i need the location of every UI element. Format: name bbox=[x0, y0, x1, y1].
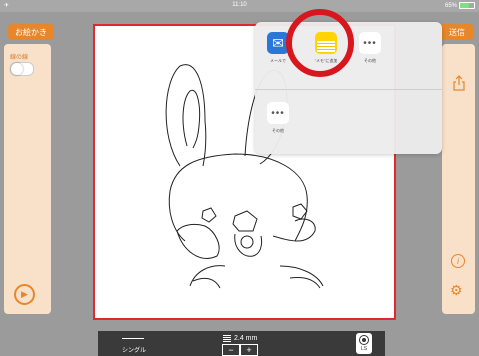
pen-size-value: 2.4 mm bbox=[234, 335, 258, 342]
toggle-knob bbox=[11, 63, 23, 75]
size-increase-button[interactable]: + bbox=[240, 344, 258, 356]
battery-percent: 65% bbox=[444, 2, 457, 9]
line-type-label[interactable]: シングル bbox=[122, 345, 146, 354]
action-more-label: その他 bbox=[272, 128, 284, 133]
status-time: 11:10 bbox=[232, 2, 247, 8]
highlight-ring bbox=[286, 9, 354, 77]
info-icon[interactable]: i bbox=[451, 254, 465, 268]
target-icon bbox=[359, 335, 369, 345]
play-icon[interactable]: ▶ bbox=[14, 284, 35, 305]
bottom-toolbar: シングル 2.4 mm − + LS bbox=[98, 331, 385, 356]
battery-fill bbox=[460, 3, 469, 8]
line-type-sample[interactable] bbox=[122, 338, 144, 340]
popover-divider bbox=[255, 89, 442, 90]
guide-toggle[interactable] bbox=[10, 62, 34, 76]
left-tool-panel: 線の線 ▶ bbox=[4, 44, 51, 314]
status-bar: ✈ 11:10 65% bbox=[0, 0, 479, 12]
drawing-mode-button[interactable]: お絵かき bbox=[8, 24, 54, 40]
ls-mode-label: LS bbox=[360, 346, 368, 352]
gear-icon[interactable]: ⚙ bbox=[450, 282, 466, 298]
more-icon: ••• bbox=[359, 32, 381, 54]
ls-mode-button[interactable]: LS bbox=[356, 333, 372, 354]
action-more-item[interactable]: ••• その他 bbox=[261, 102, 295, 134]
share-more-item[interactable]: ••• その他 bbox=[353, 32, 387, 64]
more-icon: ••• bbox=[267, 102, 289, 124]
send-button[interactable]: 送信 bbox=[440, 24, 474, 40]
share-icon[interactable] bbox=[450, 74, 468, 92]
pen-size-display: 2.4 mm bbox=[223, 335, 257, 342]
pen-size-icon bbox=[223, 335, 231, 342]
toggle-label: 線の線 bbox=[10, 55, 29, 61]
status-battery: 65% bbox=[445, 2, 475, 9]
right-tool-panel: i ⚙ bbox=[442, 44, 475, 314]
battery-icon bbox=[459, 2, 475, 9]
size-decrease-button[interactable]: − bbox=[222, 344, 240, 356]
share-more-label: その他 bbox=[364, 58, 376, 63]
pen-size-stepper: − + bbox=[222, 344, 258, 356]
